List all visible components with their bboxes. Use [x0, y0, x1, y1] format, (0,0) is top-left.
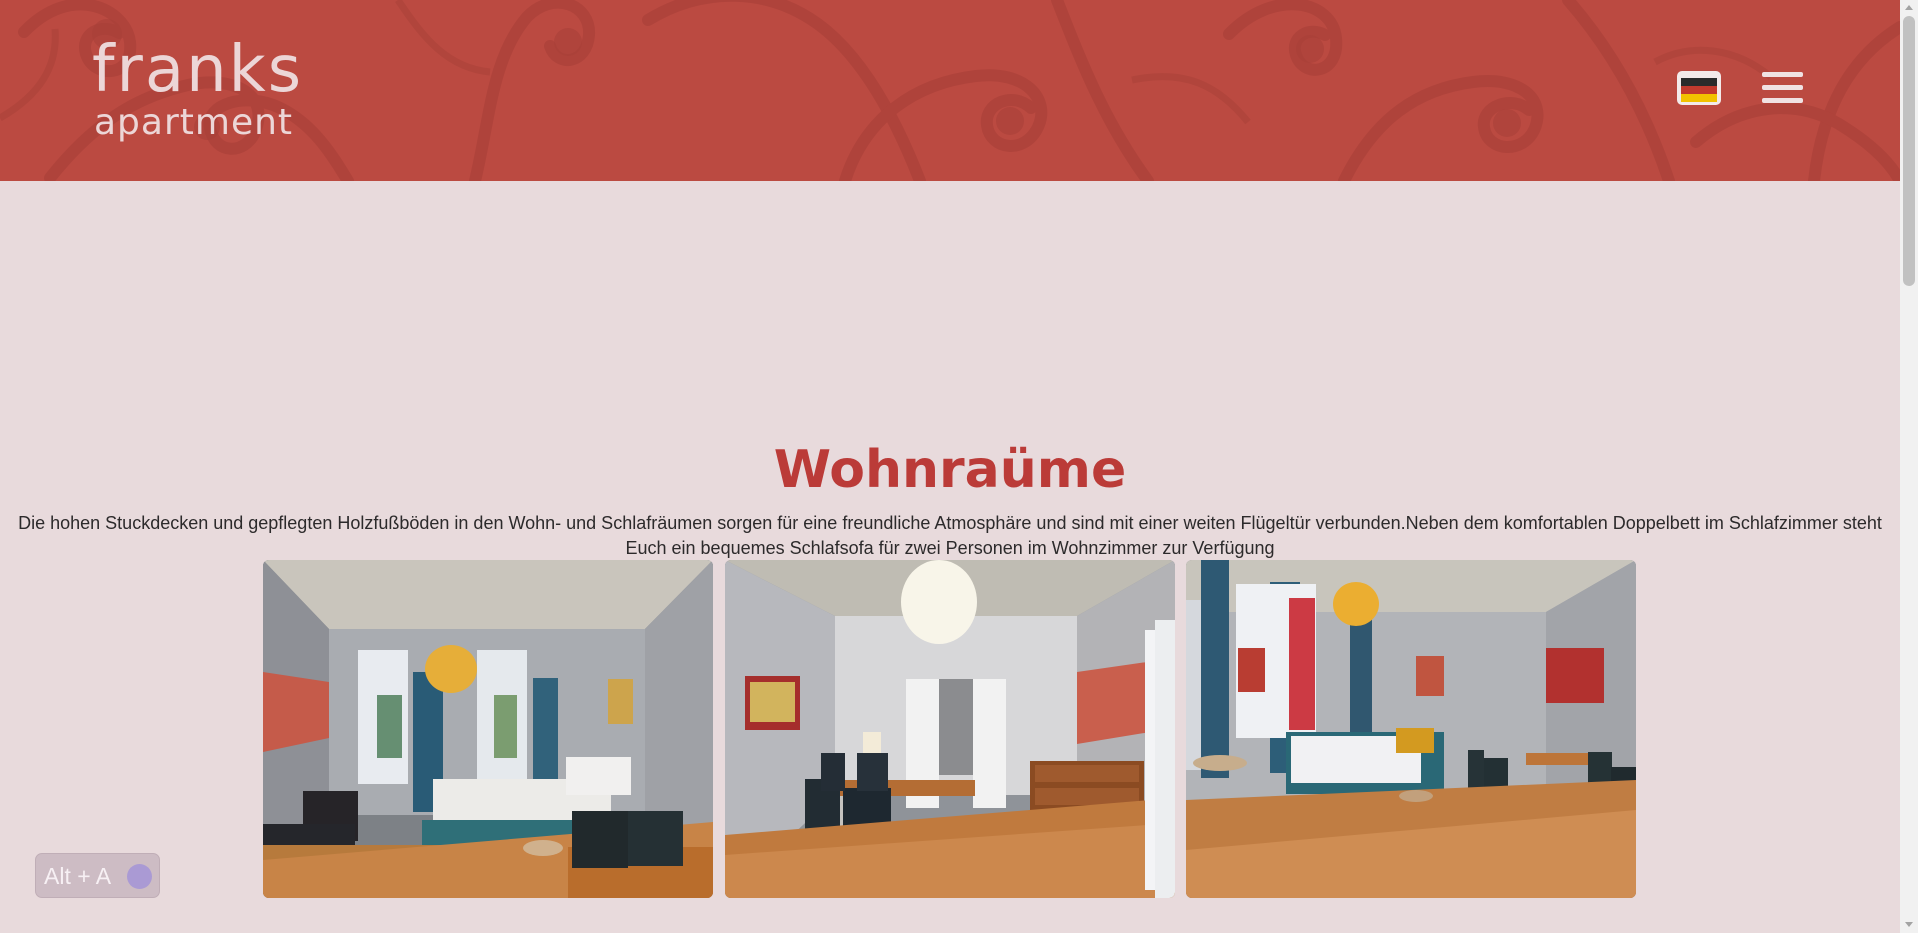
hallway-dining-photo[interactable] — [725, 560, 1175, 898]
living-room-image — [1186, 560, 1636, 898]
franks-apartment-logo[interactable]: franks apartment — [92, 38, 392, 148]
menu-line-top — [1762, 72, 1803, 77]
section-description: Die hohen Stuckdecken und gepflegten Hol… — [18, 513, 1882, 558]
site-header: franks apartment — [0, 0, 1900, 181]
flag-black-stripe — [1681, 78, 1717, 86]
voice-accessibility-icon — [127, 864, 152, 889]
bedroom-photo[interactable] — [263, 560, 713, 898]
hallway-dining-image — [725, 560, 1175, 898]
menu-line-bottom — [1762, 98, 1803, 103]
scroll-down-icon[interactable] — [1905, 922, 1913, 927]
bedroom-image — [263, 560, 713, 898]
logo-word-apartment: apartment — [94, 102, 294, 143]
german-flag-icon[interactable] — [1677, 71, 1721, 105]
vertical-scrollbar[interactable] — [1900, 0, 1918, 933]
hamburger-menu-icon[interactable] — [1762, 70, 1806, 106]
living-room-photo[interactable] — [1186, 560, 1636, 898]
scroll-up-icon[interactable] — [1905, 5, 1913, 10]
accessibility-shortcut-label: Alt + A — [44, 863, 112, 889]
accessibility-shortcut-button[interactable]: Alt + A — [35, 853, 160, 898]
section-title: Wohnraüme — [773, 439, 1127, 500]
page: franks apartment Wohnraüme Die hohen Stu… — [0, 0, 1900, 933]
logo-word-franks: franks — [92, 33, 304, 107]
scrollbar-thumb[interactable] — [1903, 16, 1915, 286]
flag-red-stripe — [1681, 86, 1717, 94]
flag-gold-stripe — [1681, 94, 1717, 102]
menu-line-middle — [1762, 85, 1803, 90]
